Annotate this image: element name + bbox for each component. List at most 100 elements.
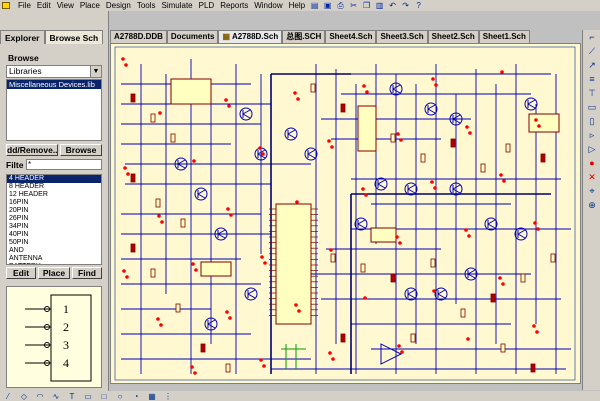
component-list-item[interactable]: BATTERY	[7, 263, 101, 264]
resistor[interactable]	[200, 343, 206, 353]
resistor[interactable]	[530, 363, 536, 373]
sheet-symbol-icon[interactable]: ▯	[584, 115, 600, 128]
resistor[interactable]	[310, 83, 316, 93]
browse-button[interactable]: Browse	[60, 144, 102, 156]
menu-pld[interactable]: PLD	[196, 0, 218, 11]
find-button[interactable]: Find	[72, 267, 102, 279]
add-remove-button[interactable]: dd/Remove...	[6, 144, 58, 156]
resistor[interactable]	[180, 218, 186, 228]
transistor[interactable]	[244, 287, 258, 301]
resistor[interactable]	[175, 303, 181, 313]
undo-icon[interactable]: ↶	[387, 1, 398, 11]
tab-explorer[interactable]: Explorer	[0, 30, 45, 44]
transistor[interactable]	[514, 227, 528, 241]
save-icon[interactable]: ▣	[322, 1, 333, 11]
transistor[interactable]	[194, 187, 208, 201]
resistor[interactable]	[430, 258, 436, 268]
paste-icon[interactable]: ▥	[374, 1, 385, 11]
port-icon[interactable]: ▷	[584, 143, 600, 156]
resistor[interactable]	[150, 268, 156, 278]
junction-icon[interactable]: ●	[584, 157, 600, 170]
resistor[interactable]	[130, 173, 136, 183]
transistor[interactable]	[239, 107, 253, 121]
transistor[interactable]	[484, 217, 498, 231]
transistor[interactable]	[404, 287, 418, 301]
filter-input[interactable]: *	[26, 159, 102, 170]
component-list-item[interactable]: 40PIN	[7, 231, 101, 239]
component-list-item[interactable]: 50PIN	[7, 239, 101, 247]
transistor[interactable]	[524, 97, 538, 111]
resistor[interactable]	[460, 308, 466, 318]
text-icon[interactable]: T	[66, 392, 78, 401]
tab-overview-sch[interactable]: 总图.SCH	[282, 30, 326, 43]
resistor[interactable]	[500, 343, 506, 353]
component-list[interactable]: 4 HEADER 8 HEADER 12 HEADER 16PIN 20PIN 26PIN…	[6, 174, 102, 265]
redo-icon[interactable]: ↷	[400, 1, 411, 11]
print-icon[interactable]: ⎙	[335, 1, 346, 11]
resistor[interactable]	[150, 113, 156, 123]
line-icon[interactable]: ⁄	[2, 392, 14, 401]
resistor[interactable]	[520, 273, 526, 283]
tab-sheet3[interactable]: Sheet3.Sch	[376, 30, 428, 43]
resistor[interactable]	[155, 198, 161, 208]
transistor[interactable]	[434, 287, 448, 301]
transistor[interactable]	[354, 217, 368, 231]
ic-chip[interactable]	[357, 105, 377, 152]
chevron-down-icon[interactable]: ▼	[90, 66, 101, 77]
tab-ddb[interactable]: A2788D.DDB	[110, 30, 167, 43]
library-list[interactable]: Miscellaneous Devices.lib	[6, 79, 102, 141]
component-list-item[interactable]: 4 HEADER	[7, 175, 101, 183]
no-erc-icon[interactable]: ✕	[584, 171, 600, 184]
resistor[interactable]	[170, 133, 176, 143]
resistor[interactable]	[340, 103, 346, 113]
open-icon[interactable]: ▤	[309, 1, 320, 11]
menu-view[interactable]: View	[54, 0, 77, 11]
menu-edit[interactable]: Edit	[34, 0, 54, 11]
component-list-item[interactable]: 16PIN	[7, 199, 101, 207]
component-list-item[interactable]: 20PIN	[7, 207, 101, 215]
resistor[interactable]	[480, 163, 486, 173]
resistor[interactable]	[340, 333, 346, 343]
resistor[interactable]	[225, 363, 231, 373]
tab-sheet4[interactable]: Sheet4.Sch	[325, 30, 377, 43]
tab-documents[interactable]: Documents	[166, 30, 219, 43]
menu-window[interactable]: Window	[251, 0, 285, 11]
resistor[interactable]	[360, 263, 366, 273]
transistor[interactable]	[424, 102, 438, 116]
resistor[interactable]	[450, 138, 456, 148]
component-list-item[interactable]: AND	[7, 247, 101, 255]
sheet-entry-icon[interactable]: ▹	[584, 129, 600, 142]
ic-chip[interactable]	[200, 261, 232, 277]
rectangle-icon[interactable]: □	[98, 392, 110, 401]
tab-a2788d-sch[interactable]: ▦ A2788D.Sch	[218, 30, 283, 43]
menu-file[interactable]: File	[15, 0, 34, 11]
bus-icon[interactable]: ⟋	[584, 45, 600, 58]
component-list-item[interactable]: 8 HEADER	[7, 183, 101, 191]
menu-place[interactable]: Place	[77, 0, 103, 11]
menu-reports[interactable]: Reports	[217, 0, 251, 11]
wire-icon[interactable]: ⌐	[584, 31, 600, 44]
resistor[interactable]	[330, 253, 336, 263]
bezier-icon[interactable]: ∿	[50, 392, 62, 401]
resistor[interactable]	[550, 253, 556, 263]
ic-microcontroller[interactable]	[269, 203, 318, 325]
ic-chip[interactable]	[528, 113, 560, 133]
resistor[interactable]	[505, 143, 511, 153]
tab-sheet1[interactable]: Sheet1.Sch	[478, 30, 530, 43]
menu-design[interactable]: Design	[103, 0, 134, 11]
resistor[interactable]	[390, 273, 396, 283]
ellipse-icon[interactable]: ○	[114, 392, 126, 401]
resistor[interactable]	[410, 333, 416, 343]
pie-icon[interactable]: ◔	[130, 392, 142, 401]
ic-chip[interactable]	[170, 78, 212, 105]
text-frame-icon[interactable]: ▭	[82, 392, 94, 401]
resistor[interactable]	[490, 293, 496, 303]
cut-icon[interactable]: ✂	[348, 1, 359, 11]
arc-icon[interactable]: ◠	[34, 392, 46, 401]
menu-tools[interactable]: Tools	[134, 0, 159, 11]
transistor[interactable]	[304, 147, 318, 161]
part-icon[interactable]: ▭	[584, 101, 600, 114]
transistor[interactable]	[284, 127, 298, 141]
ic-chip[interactable]	[370, 227, 397, 243]
place-button[interactable]: Place	[38, 267, 70, 279]
